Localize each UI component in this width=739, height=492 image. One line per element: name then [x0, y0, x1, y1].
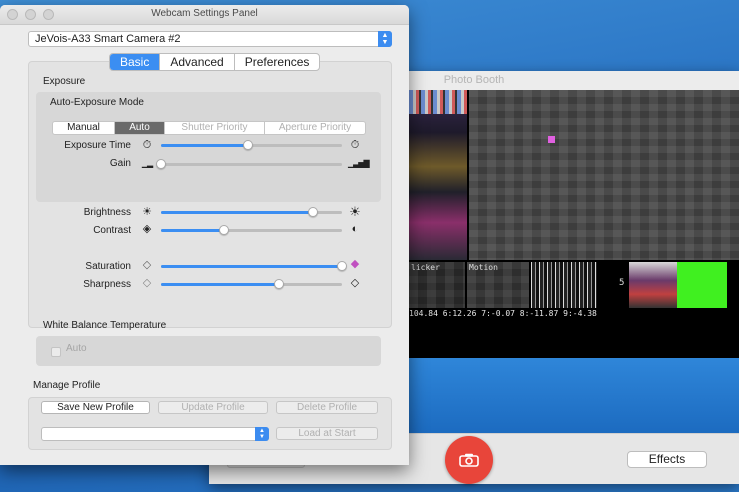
- gain-label: Gain: [109, 158, 131, 169]
- sun-small-icon: ☀: [142, 206, 152, 218]
- auto-exposure-mode-control: Manual Auto Shutter Priority Aperture Pr…: [52, 121, 366, 135]
- auto-exposure-heading: Auto-Exposure Mode: [50, 97, 144, 108]
- tracked-marker: [548, 136, 555, 143]
- manage-profile-heading: Manage Profile: [33, 380, 101, 391]
- saturation-slider[interactable]: [161, 261, 347, 271]
- sharpness-label: Sharpness: [83, 279, 131, 290]
- stopwatch-icon: ⏱: [142, 139, 152, 151]
- wb-auto-checkbox: [51, 347, 61, 357]
- webcam-settings-panel: Webcam Settings Panel JeVois-A33 Smart C…: [0, 5, 409, 465]
- slider-knob[interactable]: [156, 159, 166, 169]
- white-balance-box: [36, 336, 381, 366]
- ae-mode-auto[interactable]: Auto: [115, 122, 165, 134]
- slider-knob[interactable]: [337, 261, 347, 271]
- stats-readout: 104.84 6:12.26 7:-0.07 8:-11.87 9:-4.38: [409, 309, 597, 318]
- camera-select[interactable]: JeVois-A33 Smart Camera #2 ▲ ▼: [28, 31, 392, 47]
- desktop-strip: [409, 358, 739, 433]
- preview-bookshelf-strip: [409, 90, 467, 114]
- contrast-label: Contrast: [93, 225, 131, 236]
- sharpness-high-icon: ◇: [350, 277, 360, 289]
- thumb-color: [629, 262, 677, 308]
- save-new-profile-button[interactable]: Save New Profile: [41, 401, 150, 414]
- wb-auto-label: Auto: [66, 343, 87, 354]
- thumb-flicker: licker: [409, 262, 465, 308]
- slider-knob[interactable]: [273, 279, 284, 289]
- slider-knob[interactable]: [308, 207, 319, 217]
- saturation-label: Saturation: [85, 261, 131, 272]
- exposure-time-slider[interactable]: [161, 140, 342, 150]
- tab-advanced[interactable]: Advanced: [160, 54, 235, 70]
- sharpness-low-icon: ◇: [142, 277, 152, 289]
- shutter-button[interactable]: [445, 436, 493, 484]
- sun-large-icon: ☀: [349, 204, 361, 219]
- minimize-window-icon[interactable]: [25, 9, 36, 20]
- contrast-high-icon: ◐: [351, 223, 359, 235]
- preview-bookshelf: [409, 90, 467, 260]
- contrast-low-icon: ◈: [142, 223, 152, 235]
- gain-slider[interactable]: [156, 159, 342, 169]
- window-title: Webcam Settings Panel: [151, 8, 258, 19]
- brightness-label: Brightness: [83, 207, 131, 218]
- exposure-time-label: Exposure Time: [64, 140, 131, 151]
- signal-high-icon: ▁▃▅▇: [348, 159, 370, 168]
- profile-select[interactable]: ▲ ▼: [41, 427, 269, 441]
- close-window-icon[interactable]: [7, 9, 18, 20]
- saturation-high-icon: ◆: [350, 258, 360, 270]
- zoom-window-icon[interactable]: [43, 9, 54, 20]
- camera-icon: [459, 453, 479, 467]
- brightness-slider[interactable]: [161, 207, 342, 217]
- thumb-green: [677, 262, 727, 308]
- preview-pixelated: [469, 90, 739, 260]
- ae-mode-manual[interactable]: Manual: [53, 122, 115, 134]
- delete-profile-button: Delete Profile: [276, 401, 378, 414]
- thumb-motion: Motion: [467, 262, 529, 308]
- contrast-slider[interactable]: [161, 225, 342, 235]
- window-titlebar: Webcam Settings Panel: [0, 5, 409, 25]
- update-profile-button: Update Profile: [158, 401, 268, 414]
- exposure-heading: Exposure: [43, 76, 86, 87]
- popup-arrows-icon: ▲ ▼: [378, 31, 392, 47]
- slider-knob[interactable]: [242, 140, 253, 150]
- stopwatch-fast-icon: ⏱: [350, 139, 360, 151]
- load-at-start-button: Load at Start: [276, 427, 378, 440]
- ae-mode-aperture-priority: Aperture Priority: [278, 122, 352, 133]
- saturation-low-icon: ◇: [142, 259, 152, 271]
- signal-low-icon: ▁▂: [141, 159, 153, 168]
- video-preview: licker Motion 5 104.84 6:12.26 7:-0.07 8…: [409, 90, 739, 358]
- ae-mode-shutter-priority: Shutter Priority: [165, 122, 265, 134]
- thumb-edges: [531, 262, 597, 308]
- camera-select-value: JeVois-A33 Smart Camera #2: [35, 33, 181, 45]
- sharpness-slider[interactable]: [161, 279, 342, 289]
- effects-button[interactable]: Effects: [627, 451, 707, 468]
- thumb-digit: 5: [599, 262, 627, 308]
- popup-arrows-icon: ▲ ▼: [255, 427, 269, 441]
- tab-preferences[interactable]: Preferences: [235, 54, 320, 70]
- tab-bar: Basic Advanced Preferences: [109, 53, 321, 71]
- white-balance-heading: White Balance Temperature: [43, 320, 167, 331]
- tab-basic[interactable]: Basic: [110, 54, 161, 70]
